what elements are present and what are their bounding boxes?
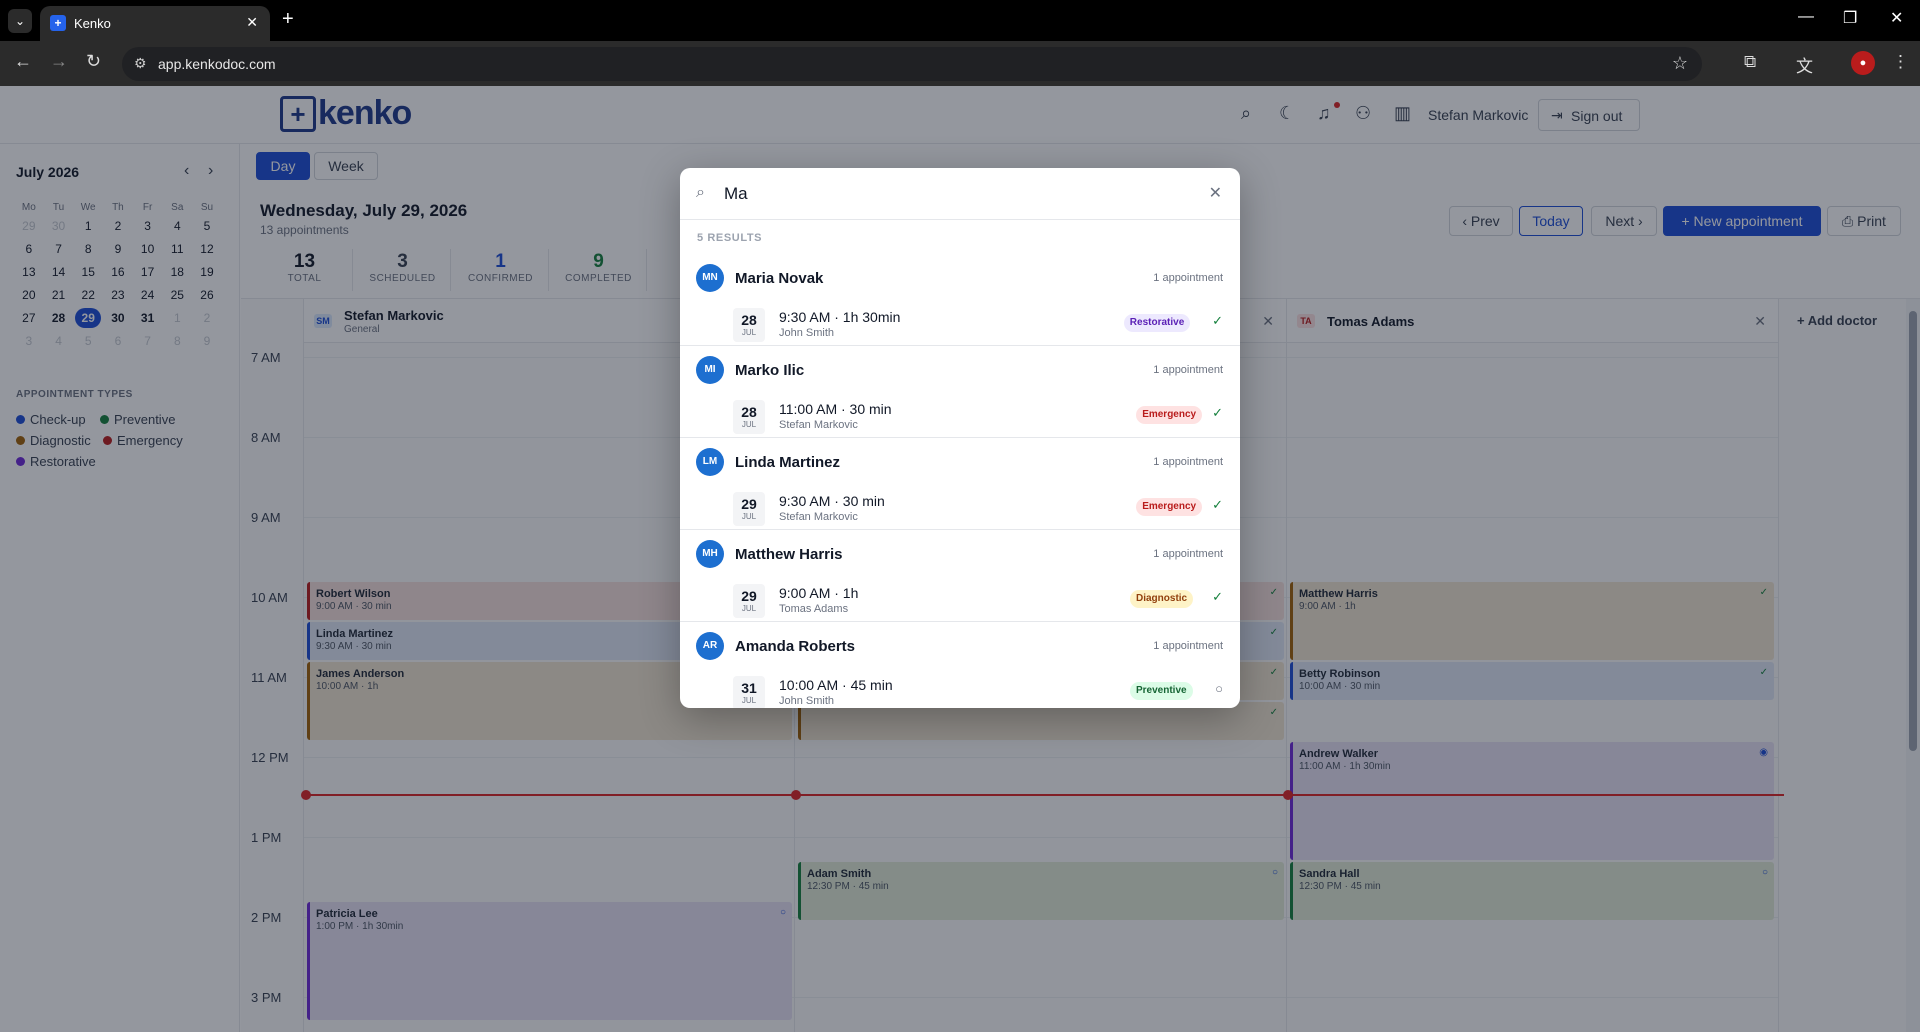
date-badge: 31 JUL (733, 676, 765, 708)
site-info-icon[interactable]: ⚙ (134, 55, 147, 72)
appointment-count: 1 appointment (1153, 364, 1223, 376)
completed-check-icon: ✓ (1212, 313, 1223, 328)
forward-icon[interactable]: → (50, 51, 68, 72)
browser-toolbar: ← → ↻ ⚙ app.kenkodoc.com ☆ ⧉ 文 ● ⋮ (0, 41, 1920, 86)
search-result[interactable]: AR Amanda Roberts 1 appointment 31 JUL 10:00 … (680, 622, 1240, 708)
appointment-type-tag: Emergency (1136, 498, 1203, 516)
patient-name: Maria Novak (735, 270, 824, 287)
extensions-icon[interactable]: ⧉ (1744, 52, 1756, 72)
appointment-time: 9:30 AM · 30 min (779, 493, 885, 509)
restore-icon[interactable]: ❐ (1843, 8, 1857, 28)
results-count: 5 RESULTS (697, 232, 763, 244)
patient-avatar: MH (696, 540, 724, 568)
date-month: JUL (741, 512, 757, 521)
date-day: 28 (741, 312, 757, 328)
search-icon: ⌕ (696, 184, 705, 201)
appointment-type-tag: Restorative (1123, 314, 1191, 332)
appointment-time: 11:00 AM · 30 min (779, 401, 892, 417)
new-tab-icon[interactable]: + (282, 8, 294, 31)
patient-name: Marko Ilic (735, 362, 805, 379)
date-badge: 29 JUL (733, 492, 765, 526)
profile-avatar[interactable]: ● (1851, 51, 1875, 75)
date-month: JUL (741, 328, 757, 337)
appointment-doctor: Tomas Adams (779, 603, 849, 615)
patient-name: Amanda Roberts (735, 638, 856, 655)
patient-name: Matthew Harris (735, 546, 843, 563)
patient-avatar: MN (696, 264, 724, 292)
url-text: app.kenkodoc.com (158, 56, 276, 72)
search-header: ⌕ ✕ (680, 168, 1240, 220)
date-month: JUL (741, 420, 757, 429)
minimize-icon[interactable]: — (1798, 8, 1814, 26)
appointment-type-tag: Diagnostic (1130, 590, 1194, 608)
appointment-type-tag: Emergency (1136, 406, 1203, 424)
date-badge: 28 JUL (733, 308, 765, 342)
bookmark-star-icon[interactable]: ☆ (1672, 53, 1688, 74)
translate-icon[interactable]: 文 (1796, 52, 1813, 77)
browser-tabstrip: ⌄ + Kenko ✕ + — ❐ ✕ (0, 0, 1920, 41)
appointment-doctor: Stefan Markovic (779, 511, 858, 523)
search-input[interactable] (724, 180, 1184, 208)
date-day: 29 (741, 496, 757, 512)
date-month: JUL (741, 604, 757, 613)
clear-search-icon[interactable]: ✕ (1209, 183, 1222, 203)
address-bar[interactable]: ⚙ app.kenkodoc.com ☆ (122, 47, 1702, 81)
tab-close-icon[interactable]: ✕ (246, 14, 258, 31)
date-day: 31 (741, 680, 757, 696)
date-badge: 29 JUL (733, 584, 765, 618)
date-day: 29 (741, 588, 757, 604)
browser-menu-icon[interactable]: ⋮ (1892, 52, 1909, 72)
kenko-favicon-icon: + (50, 15, 66, 31)
appointment-count: 1 appointment (1153, 640, 1223, 652)
date-badge: 28 JUL (733, 400, 765, 434)
appointment-type-tag: Preventive (1130, 682, 1193, 700)
appointment-count: 1 appointment (1153, 456, 1223, 468)
patient-avatar: AR (696, 632, 724, 660)
patient-search-modal: ⌕ ✕ 5 RESULTS MN Maria Novak 1 appointment… (680, 168, 1240, 708)
search-result[interactable]: MH Matthew Harris 1 appointment 29 JUL 9:00 A… (680, 530, 1240, 622)
completed-check-icon: ✓ (1212, 497, 1223, 512)
appointment-doctor: John Smith (779, 327, 835, 339)
back-icon[interactable]: ← (14, 51, 32, 72)
tab-search-icon[interactable]: ⌄ (8, 9, 32, 33)
appointment-time: 10:00 AM · 45 min (779, 677, 893, 693)
completed-check-icon: ✓ (1212, 405, 1223, 420)
appointment-count: 1 appointment (1153, 548, 1223, 560)
appointment-time: 9:00 AM · 1h (779, 585, 859, 601)
patient-avatar: LM (696, 448, 724, 476)
reload-icon[interactable]: ↻ (86, 51, 101, 72)
tab-title: Kenko (74, 16, 111, 31)
patient-avatar: MI (696, 356, 724, 384)
completed-check-icon: ✓ (1212, 589, 1223, 604)
search-result[interactable]: LM Linda Martinez 1 appointment 29 JUL 9:30 A… (680, 438, 1240, 530)
search-result[interactable]: MN Maria Novak 1 appointment 28 JUL 9:30 AM ·… (680, 254, 1240, 346)
date-day: 28 (741, 404, 757, 420)
scheduled-status-icon: ○ (1215, 681, 1223, 696)
patient-name: Linda Martinez (735, 454, 841, 471)
appointment-doctor: John Smith (779, 695, 835, 707)
window-close-icon[interactable]: ✕ (1890, 8, 1903, 28)
appointment-doctor: Stefan Markovic (779, 419, 858, 431)
appointment-count: 1 appointment (1153, 272, 1223, 284)
date-month: JUL (741, 696, 757, 705)
appointment-time: 9:30 AM · 1h 30min (779, 309, 901, 325)
browser-tab[interactable]: + Kenko ✕ (40, 6, 270, 41)
search-result[interactable]: MI Marko Ilic 1 appointment 28 JUL 11:00 AM ·… (680, 346, 1240, 438)
